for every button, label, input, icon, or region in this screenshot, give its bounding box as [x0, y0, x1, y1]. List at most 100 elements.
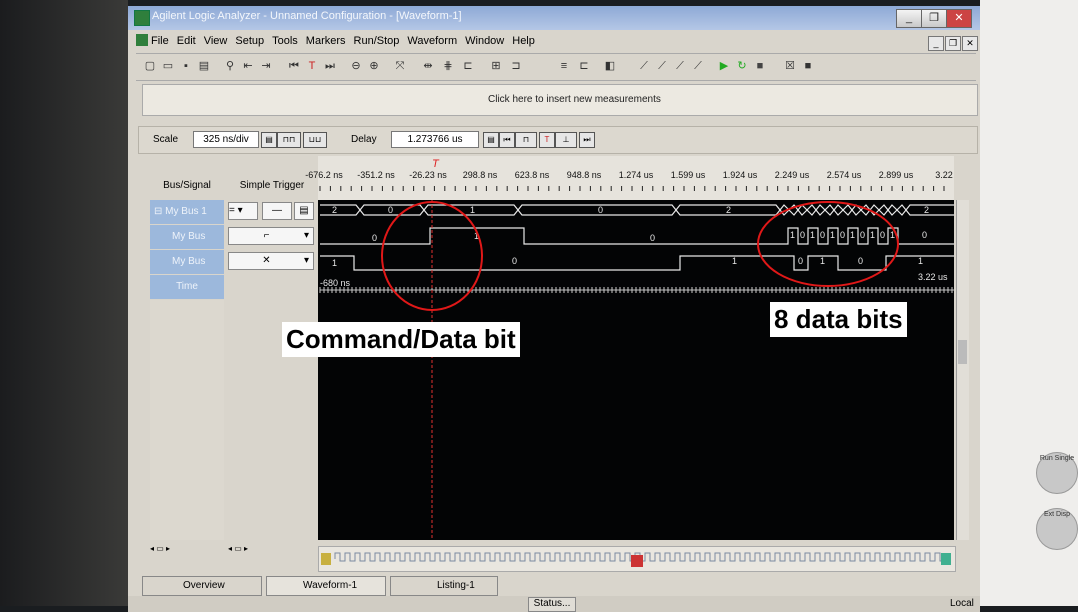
- trig-view-icon[interactable]: ⊏: [460, 59, 476, 73]
- waveform-area[interactable]: 2 0 1 0 2 2 0 1 0 1 0 1 0 1 0 1 0 1 0 1 …: [318, 200, 954, 540]
- trigger-hscroll[interactable]: ◂ ▭ ▸: [228, 544, 312, 556]
- ext-disp-button[interactable]: Ext Disp: [1036, 508, 1078, 550]
- ruler-tick: 1.599 us: [670, 170, 706, 180]
- zoom-fit-icon[interactable]: ⤧: [392, 59, 408, 73]
- title-bar: Agilent Logic Analyzer - Unnamed Configu…: [128, 6, 980, 30]
- ruler-ticks: [319, 186, 945, 191]
- vscroll-thumb[interactable]: [958, 340, 967, 364]
- scale-zoom-out-icon[interactable]: ⊔⊔: [303, 132, 327, 148]
- menu-setup[interactable]: Setup: [235, 35, 264, 47]
- marker-flag-icon[interactable]: ◧: [602, 59, 618, 73]
- scale-zoom-in-icon[interactable]: ⊓⊓: [277, 132, 301, 148]
- trigger-value-input[interactable]: —: [262, 202, 292, 220]
- mdi-minimize-button[interactable]: _: [928, 36, 944, 51]
- minimize-button[interactable]: _: [896, 9, 922, 28]
- scale-input[interactable]: 325 ns/div: [193, 131, 259, 148]
- delay-marker-icon[interactable]: ⊥: [555, 132, 577, 148]
- menu-view[interactable]: View: [204, 35, 228, 47]
- bit1-value: 0: [800, 230, 805, 240]
- mdi-restore-button[interactable]: ❐: [945, 36, 961, 51]
- bit1-value: 1: [810, 230, 815, 240]
- signal-row-time[interactable]: Time: [150, 275, 224, 299]
- trigger-value-preset-icon[interactable]: ▤: [294, 202, 314, 220]
- marker-prev-icon[interactable]: ⟋: [672, 59, 688, 73]
- find-icon[interactable]: ⚲: [222, 59, 238, 73]
- menu-edit[interactable]: Edit: [177, 35, 196, 47]
- delay-end-icon[interactable]: ⏭: [579, 132, 595, 148]
- menu-help[interactable]: Help: [512, 35, 535, 47]
- command-data-annotation: Command/Data bit: [282, 322, 520, 357]
- menu-waveform[interactable]: Waveform: [407, 35, 457, 47]
- restore-button[interactable]: ❐: [921, 9, 947, 28]
- grid-icon[interactable]: ⋕: [440, 59, 456, 73]
- ruler-tick: 623.8 ns: [514, 170, 550, 180]
- ruler-tick: 2.899 us: [878, 170, 914, 180]
- cursor-icon[interactable]: ⇹: [420, 59, 436, 73]
- find-prev-icon[interactable]: ⇤: [240, 59, 256, 73]
- trigger-operator-select[interactable]: = ▾: [228, 202, 258, 220]
- print-icon[interactable]: ▤: [196, 59, 212, 73]
- stop-square-icon[interactable]: ■: [800, 59, 816, 73]
- menu-file[interactable]: File: [151, 35, 169, 47]
- measurements-bar[interactable]: Click here to insert new measurements: [142, 84, 978, 116]
- bit1-value: 0: [650, 233, 655, 243]
- signal-row-bus1[interactable]: ⊟ My Bus 1: [150, 200, 224, 224]
- waveform-doc-icon: [136, 34, 148, 46]
- go-start-icon[interactable]: ⏮: [286, 59, 302, 73]
- delay-label: Delay: [351, 134, 377, 145]
- scroll-right-icon: [941, 553, 951, 565]
- open-folder-icon[interactable]: ▭: [160, 59, 176, 73]
- go-end-icon[interactable]: ⏭: [322, 59, 338, 73]
- signal-hscroll[interactable]: ◂ ▭ ▸: [150, 544, 224, 556]
- trigger-edge-select[interactable]: ⌐ ▾: [228, 227, 314, 245]
- expand-icon[interactable]: ⊟: [154, 206, 162, 217]
- align-icon[interactable]: ≡: [556, 59, 572, 73]
- signal-row-bit2[interactable]: My Bus: [150, 250, 224, 274]
- marker-add-icon[interactable]: ⟋: [636, 59, 652, 73]
- delay-edge-icon[interactable]: ⊓: [515, 132, 537, 148]
- menu-run-stop[interactable]: Run/Stop: [354, 35, 400, 47]
- save-icon[interactable]: ▪: [178, 59, 194, 73]
- bus1-value: 0: [388, 205, 393, 215]
- signal-name: Time: [176, 281, 198, 292]
- trig-list-icon[interactable]: ⊏: [576, 59, 592, 73]
- bus-icon[interactable]: ⊞: [488, 59, 504, 73]
- marker-next-icon[interactable]: ⟋: [654, 59, 670, 73]
- run-repetitive-icon[interactable]: ↻: [734, 59, 750, 73]
- close-button[interactable]: ✕: [946, 9, 972, 28]
- ruler-tick: 2.249 us: [774, 170, 810, 180]
- waveform-vscroll[interactable]: [956, 200, 969, 540]
- zoom-in-icon[interactable]: ⊕: [366, 59, 382, 73]
- run-icon[interactable]: ▶: [716, 59, 732, 73]
- delay-trigger-icon[interactable]: T: [539, 132, 555, 148]
- overview-scroller[interactable]: [318, 546, 956, 572]
- trig-setup-icon[interactable]: ⊐: [508, 59, 524, 73]
- run-single-button[interactable]: Run Single: [1036, 452, 1078, 494]
- find-next-icon[interactable]: ⇥: [258, 59, 274, 73]
- tab-overview[interactable]: Overview: [142, 576, 262, 596]
- go-trigger-icon[interactable]: T: [304, 59, 320, 73]
- delay-preset-icon[interactable]: ▤: [483, 132, 499, 148]
- window-title: Agilent Logic Analyzer - Unnamed Configu…: [152, 10, 462, 22]
- marker-off-icon[interactable]: ⟋: [690, 59, 706, 73]
- scale-preset-icon[interactable]: ▤: [261, 132, 277, 148]
- scroll-left-icon: [321, 553, 331, 565]
- stop-icon[interactable]: ■: [752, 59, 768, 73]
- delay-start-icon[interactable]: ⏮: [499, 132, 515, 148]
- tab-waveform[interactable]: Waveform-1: [266, 576, 386, 596]
- tab-listing[interactable]: Listing-1: [390, 576, 498, 596]
- waveform-canvas: 2 0 1 0 2 2 0 1 0 1 0 1 0 1 0 1 0 1 0 1 …: [319, 200, 954, 540]
- menu-tools[interactable]: Tools: [272, 35, 298, 47]
- trigger-dontcare-select[interactable]: ✕ ▾: [228, 252, 314, 270]
- zoom-out-icon[interactable]: ⊖: [348, 59, 364, 73]
- chevron-down-icon: ▾: [303, 230, 309, 241]
- new-file-icon[interactable]: ▢: [142, 59, 158, 73]
- delay-input[interactable]: 1.273766 us: [391, 131, 479, 148]
- mdi-close-button[interactable]: ✕: [962, 36, 978, 51]
- menu-markers[interactable]: Markers: [306, 35, 346, 47]
- signal-row-bit1[interactable]: My Bus: [150, 225, 224, 249]
- cancel-icon[interactable]: ☒: [782, 59, 798, 73]
- status-button[interactable]: Status...: [528, 597, 576, 612]
- bit2-value: 0: [512, 256, 517, 266]
- menu-window[interactable]: Window: [465, 35, 504, 47]
